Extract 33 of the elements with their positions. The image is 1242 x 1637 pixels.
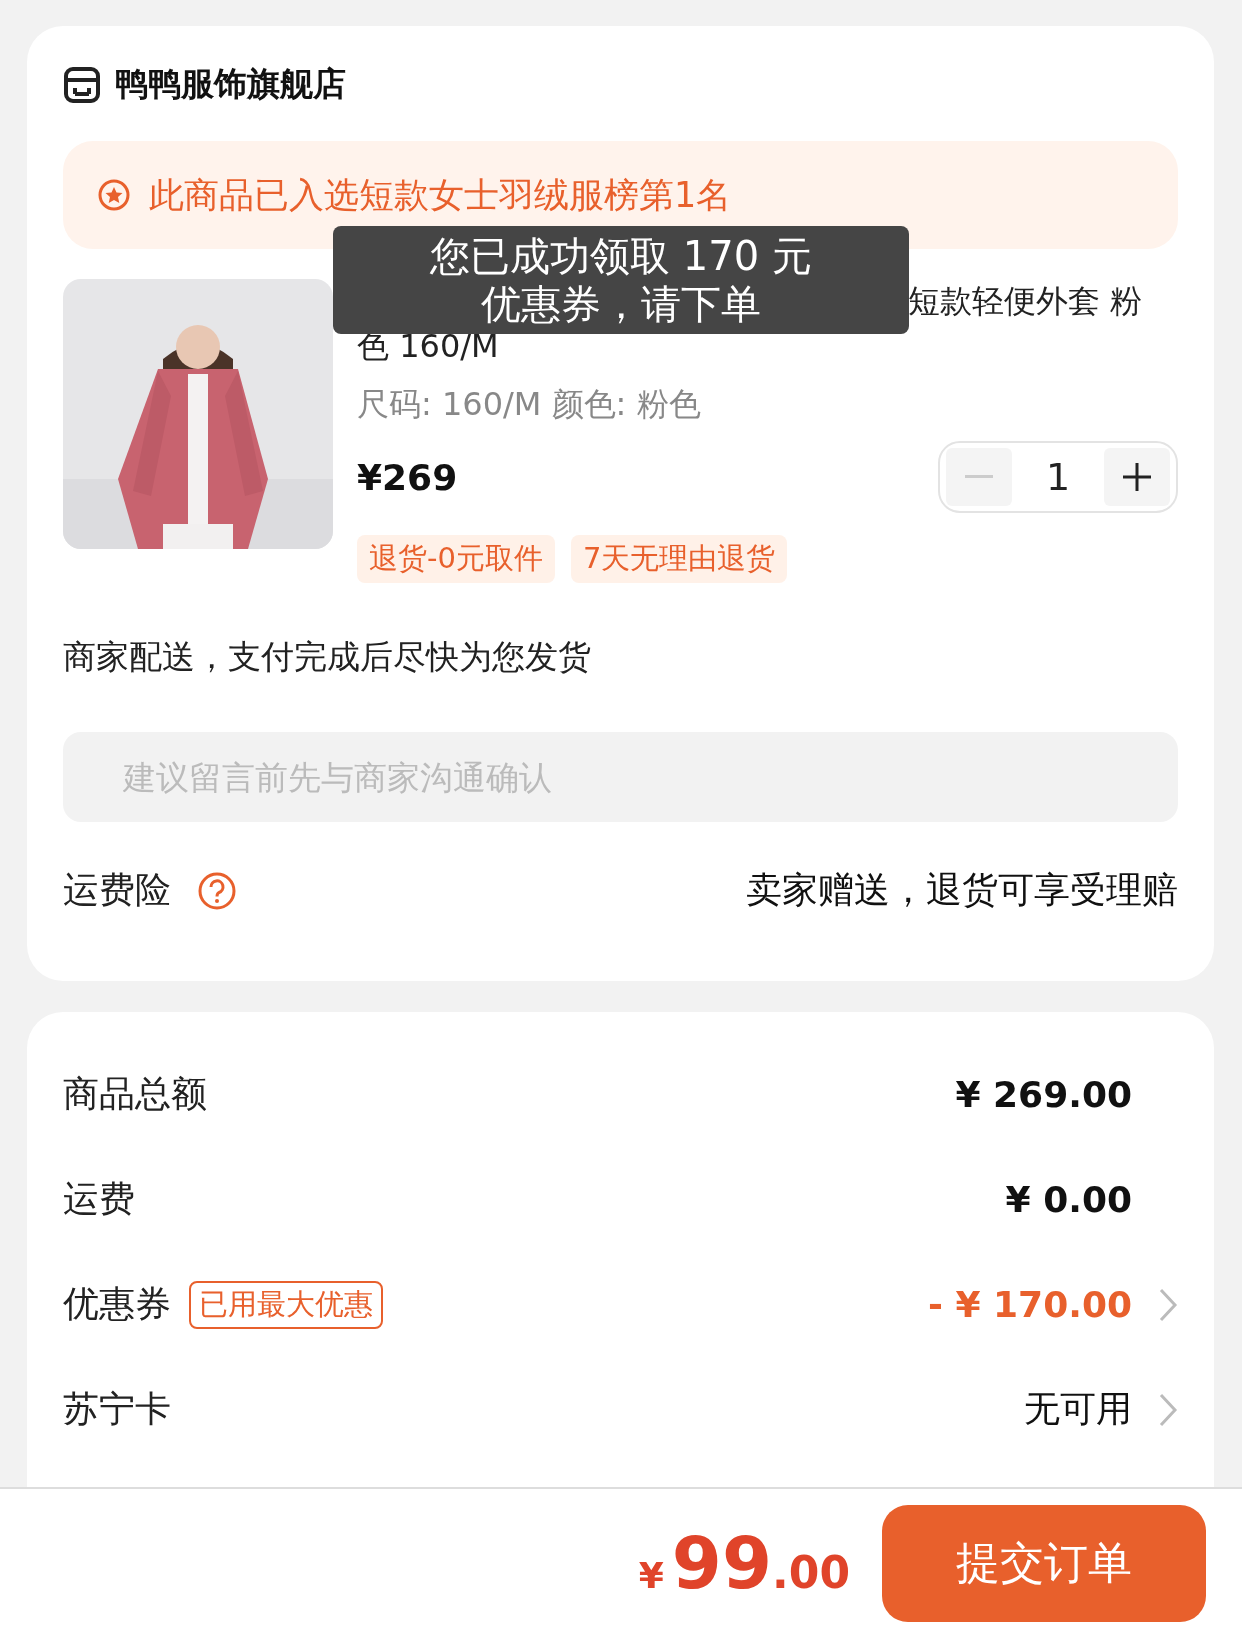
product-title: 色 160/M [357,326,499,367]
summary-value: - ¥ 170.00 [928,1284,1132,1325]
help-icon[interactable] [197,870,237,911]
toast-text: 优惠券，请下单 [481,280,761,328]
delivery-note: 商家配送，支付完成后尽快为您发货 [63,636,592,678]
service-tag: 退货-0元取件 [357,535,555,583]
insurance-label: 运费险 [63,868,171,912]
chevron-right-icon [1158,1391,1178,1428]
store-name: 鸭鸭服饰旗舰店 [115,63,346,105]
chevron-right-icon [1158,1286,1178,1323]
summary-label: 苏宁卡 [63,1387,171,1431]
summary-value: 无可用 [1024,1387,1132,1431]
product-title: 短款轻便外套 粉 [907,281,1143,322]
total-price: ¥99.00 [638,1521,850,1605]
summary-label: 运费 [63,1177,135,1221]
insurance-value: 卖家赠送，退货可享受理赔 [746,868,1178,912]
toast-text: 您已成功领取 170 元 [430,232,812,280]
product-spec: 尺码: 160/M 颜色: 粉色 [357,384,702,425]
summary-value: ¥ 0.00 [1005,1179,1132,1220]
submit-order-button[interactable]: 提交订单 [882,1504,1206,1622]
star-badge-icon [97,178,131,212]
quantity-value: 1 [1045,455,1071,499]
summary-value: ¥ 269.00 [955,1074,1132,1115]
store-icon [63,65,101,104]
plus-icon [1123,463,1151,491]
rank-text: 此商品已入选短款女士羽绒服榜第1名 [149,173,732,217]
product-price: ¥269 [357,456,458,498]
minus-icon [965,475,993,479]
plus-button[interactable] [1104,448,1170,506]
coupon-badge: 已用最大优惠 [189,1280,383,1329]
summary-label: 商品总额 [63,1072,207,1116]
summary-label: 优惠券 [63,1282,171,1326]
service-tag: 7天无理由退货 [570,535,788,583]
